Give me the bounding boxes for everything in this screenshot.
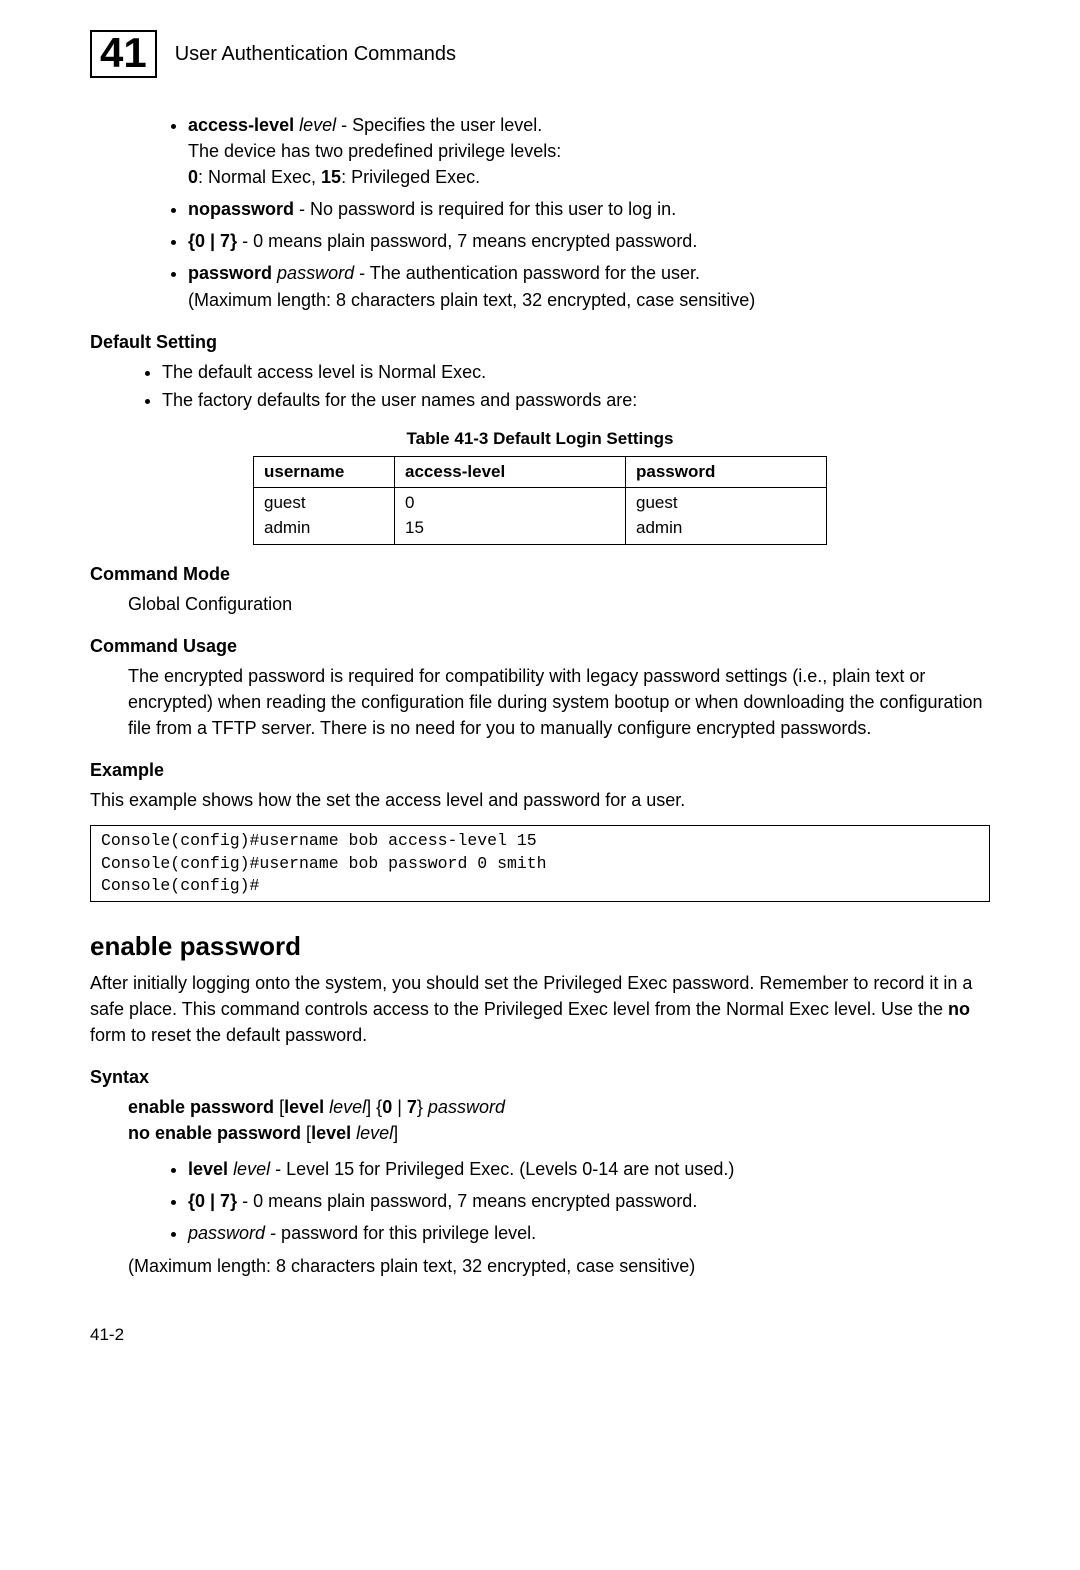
syntax-lines: enable password [level level] {0 | 7} pa…	[90, 1094, 990, 1146]
section-command-usage: Command Usage	[90, 633, 990, 659]
param-desc: - Specifies the user level.	[341, 115, 542, 135]
syntax-maxlen-note: (Maximum length: 8 characters plain text…	[90, 1253, 990, 1279]
param-name: access-level	[188, 115, 294, 135]
param-arg: level	[233, 1159, 270, 1179]
section-default-setting: Default Setting	[90, 329, 990, 355]
chapter-number-box: 41	[90, 30, 157, 78]
text: : Privileged Exec.	[341, 167, 480, 187]
syntax-line-2: no enable password [level level]	[128, 1120, 990, 1146]
command-mode-text: Global Configuration	[90, 591, 990, 617]
example-console: Console(config)#username bob access-leve…	[90, 825, 990, 902]
section-example: Example	[90, 757, 990, 783]
page-number: 41-2	[90, 1323, 990, 1348]
text: }	[417, 1097, 428, 1117]
th-username: username	[254, 456, 395, 488]
level-fifteen: 15	[321, 167, 341, 187]
default-setting-list: The default access level is Normal Exec.…	[90, 359, 990, 413]
text: admin	[264, 518, 310, 537]
list-item: The default access level is Normal Exec.	[162, 359, 990, 385]
example-intro: This example shows how the set the acces…	[90, 787, 990, 813]
param-desc: - Level 15 for Privileged Exec. (Levels …	[275, 1159, 734, 1179]
param-subline: The device has two predefined privilege …	[188, 138, 990, 164]
command-title-enable-password: enable password	[90, 928, 990, 966]
text: ]	[393, 1123, 398, 1143]
text: [	[301, 1123, 311, 1143]
syntax-line-1: enable password [level level] {0 | 7} pa…	[128, 1094, 990, 1120]
param-arg: password	[188, 1223, 265, 1243]
param-subline: (Maximum length: 8 characters plain text…	[188, 287, 990, 313]
th-access-level: access-level	[395, 456, 626, 488]
text: 0	[405, 493, 414, 512]
kw-no-enable-password: no enable password	[128, 1123, 301, 1143]
text: After initially logging onto the system,…	[90, 973, 972, 1019]
param-arg: password	[277, 263, 354, 283]
arg-level: level	[356, 1123, 393, 1143]
kw-level: level	[284, 1097, 324, 1117]
param-desc: - 0 means plain password, 7 means encryp…	[242, 1191, 697, 1211]
parameter-list: access-level level - Specifies the user …	[90, 112, 990, 313]
arg-level: level	[329, 1097, 366, 1117]
syntax-param-list: level level - Level 15 for Privileged Ex…	[90, 1156, 990, 1246]
text: form to reset the default password.	[90, 1025, 367, 1045]
page-header: 41 User Authentication Commands	[90, 30, 990, 78]
section-syntax: Syntax	[90, 1064, 990, 1090]
param-name: {0 | 7}	[188, 231, 237, 251]
list-item: The factory defaults for the user names …	[162, 387, 990, 413]
param-name: {0 | 7}	[188, 1191, 237, 1211]
text: guest	[636, 493, 678, 512]
param-access-level: access-level level - Specifies the user …	[188, 112, 990, 190]
param-arg: level	[299, 115, 336, 135]
th-password: password	[626, 456, 827, 488]
kw-level: level	[311, 1123, 351, 1143]
text: [	[274, 1097, 284, 1117]
text: |	[392, 1097, 407, 1117]
param-desc: - The authentication password for the us…	[359, 263, 700, 283]
text: 15	[405, 518, 424, 537]
table-caption: Table 41-3 Default Login Settings	[90, 427, 990, 452]
param-subline: 0: Normal Exec, 15: Privileged Exec.	[188, 164, 990, 190]
param-nopassword: nopassword - No password is required for…	[188, 196, 990, 222]
param-desc: - password for this privilege level.	[270, 1223, 536, 1243]
text: guest	[264, 493, 306, 512]
param-name: nopassword	[188, 199, 294, 219]
param-desc: - 0 means plain password, 7 means encryp…	[242, 231, 697, 251]
kw-enable-password: enable password	[128, 1097, 274, 1117]
text: ] {	[366, 1097, 382, 1117]
param-zero-seven: {0 | 7} - 0 means plain password, 7 mean…	[188, 228, 990, 254]
syntax-param-zero-seven: {0 | 7} - 0 means plain password, 7 mean…	[188, 1188, 990, 1214]
text: : Normal Exec,	[198, 167, 321, 187]
text: admin	[636, 518, 682, 537]
param-name: level	[188, 1159, 228, 1179]
param-desc: - No password is required for this user …	[299, 199, 676, 219]
kw-zero: 0	[382, 1097, 392, 1117]
no-keyword: no	[948, 999, 970, 1019]
syntax-param-password: password - password for this privilege l…	[188, 1220, 990, 1246]
param-name: password	[188, 263, 272, 283]
command-usage-text: The encrypted password is required for c…	[90, 663, 990, 741]
td-password: guest admin	[626, 488, 827, 544]
enable-password-description: After initially logging onto the system,…	[90, 970, 990, 1048]
syntax-param-level: level level - Level 15 for Privileged Ex…	[188, 1156, 990, 1182]
param-password: password password - The authentication p…	[188, 260, 990, 312]
kw-seven: 7	[407, 1097, 417, 1117]
arg-password: password	[428, 1097, 505, 1117]
level-zero: 0	[188, 167, 198, 187]
chapter-title: User Authentication Commands	[175, 40, 456, 69]
td-access-level: 015	[395, 488, 626, 544]
td-username: guest admin	[254, 488, 395, 544]
section-command-mode: Command Mode	[90, 561, 990, 587]
default-login-table: username access-level password guest admi…	[253, 456, 827, 545]
